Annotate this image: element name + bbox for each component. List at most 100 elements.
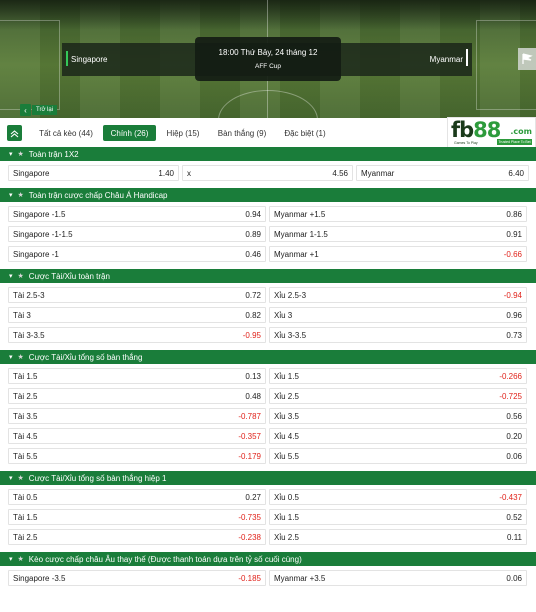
tab-all[interactable]: Tất cả kèo (44) [35,125,97,141]
odds-cell[interactable]: Tài 1.5 -0.735 [8,509,266,525]
odds-row: Tài 3.5 -0.787 Xỉu 3.5 0.56 [8,408,529,424]
market-section-title: Toàn trận cược chấp Châu Á Handicap [28,190,168,200]
selection-label: Tài 1.5 [13,512,38,522]
flag-icon [522,53,533,64]
odds-value: -0.185 [238,573,261,583]
selection-label: Xỉu 4.5 [274,431,299,441]
odds-cell[interactable]: Tài 2.5-3 0.72 [8,287,266,303]
chevron-down-icon[interactable]: ▾ [9,272,13,280]
odds-cell[interactable]: Xỉu 3.5 0.56 [269,408,527,424]
tab-main[interactable]: Chính (26) [103,125,156,141]
selection-label: Singapore -1-1.5 [13,229,73,239]
odds-value: 0.48 [245,391,261,401]
odds-row: Tài 5.5 -0.179 Xỉu 5.5 0.06 [8,448,529,464]
market-section: ▾ ★ Cược Tài/Xỉu toàn trận Tài 2.5-3 0.72 Xỉu… [0,269,536,350]
market-section-header[interactable]: ▾ ★ Toàn trận cược chấp Châu Á Handicap [0,188,536,202]
chevron-left-icon: ‹ [20,104,31,116]
away-team-name: Myanmar [429,55,463,64]
odds-value: -0.266 [499,371,522,381]
selection-label: Tài 1.5 [13,371,38,381]
star-icon[interactable]: ★ [18,191,24,199]
odds-row: Tài 0.5 0.27 Xỉu 0.5 -0.437 [8,489,529,505]
odds-cell[interactable]: Tài 3-3.5 -0.95 [8,327,266,343]
odds-cell[interactable]: Singapore -3.5 -0.185 [8,570,266,586]
market-section-header[interactable]: ▾ ★ Cược Tài/Xỉu toàn trận [0,269,536,283]
odds-cell[interactable]: Xỉu 3 0.96 [269,307,527,323]
market-section-header[interactable]: ▾ ★ Kèo cược chấp châu Âu thay thế (Được t… [0,552,536,566]
odds-value: 1.40 [158,168,174,178]
odds-cell[interactable]: Singapore -1-1.5 0.89 [8,226,266,242]
chevron-down-icon[interactable]: ▾ [9,555,13,563]
odds-cell[interactable]: Tài 0.5 0.27 [8,489,266,505]
selection-label: Tài 3-3.5 [13,330,45,340]
tab-half[interactable]: Hiệp (15) [163,125,203,141]
selection-label: Tài 0.5 [13,492,38,502]
odds-value: 0.20 [506,431,522,441]
market-section-header[interactable]: ▾ ★ Toàn trận 1X2 [0,147,536,161]
odds-value: 0.72 [245,290,261,300]
selection-label: Tài 4.5 [13,431,38,441]
odds-cell[interactable]: Myanmar 1-1.5 0.91 [269,226,527,242]
flag-button[interactable] [518,48,536,70]
odds-value: -0.179 [238,451,261,461]
fb88-logo: fb88 .com Games To Play Trusted Place To… [447,117,536,148]
market-section-title: Toàn trận 1X2 [28,149,79,159]
odds-value: 0.06 [506,573,522,583]
odds-cell[interactable]: Tài 2.5 0.48 [8,388,266,404]
odds-cell[interactable]: Myanmar +1 -0.66 [269,246,527,262]
odds-cell[interactable]: Myanmar +3.5 0.06 [269,570,527,586]
odds-cell[interactable]: Tài 3.5 -0.787 [8,408,266,424]
odds-value: 0.52 [506,512,522,522]
odds-value: 0.91 [506,229,522,239]
odds-value: 0.46 [245,249,261,259]
selection-label: Singapore -1.5 [13,209,66,219]
chevron-down-icon[interactable]: ▾ [9,353,13,361]
selection-label: Xỉu 0.5 [274,492,299,502]
odds-cell[interactable]: Tài 5.5 -0.179 [8,448,266,464]
chevron-down-icon[interactable]: ▾ [9,474,13,482]
selection-label: Xỉu 2.5 [274,391,299,401]
star-icon[interactable]: ★ [18,272,24,280]
odds-value: -0.437 [499,492,522,502]
back-button[interactable]: ‹ Trở lại [20,103,58,117]
odds-cell[interactable]: Myanmar +1.5 0.86 [269,206,527,222]
tab-goals[interactable]: Bàn thắng (9) [214,125,270,141]
odds-cell[interactable]: Xỉu 2.5 0.11 [269,529,527,545]
odds-cell[interactable]: Singapore -1.5 0.94 [8,206,266,222]
odds-value: 0.06 [506,451,522,461]
odds-row: Tài 2.5-3 0.72 Xỉu 2.5-3 -0.94 [8,287,529,303]
odds-cell[interactable]: Xỉu 0.5 -0.437 [269,489,527,505]
market-section-header[interactable]: ▾ ★ Cược Tài/Xỉu tổng số bàn thắng [0,350,536,364]
tab-special[interactable]: Đặc biệt (1) [281,125,329,141]
away-team-marker [466,49,468,66]
star-icon[interactable]: ★ [18,474,24,482]
chevron-down-icon[interactable]: ▾ [9,150,13,158]
odds-cell[interactable]: Tài 3 0.82 [8,307,266,323]
market-section-header[interactable]: ▾ ★ Cược Tài/Xỉu tổng số bàn thắng hiệp 1 [0,471,536,485]
odds-cell[interactable]: Myanmar 6.40 [356,165,529,181]
odds-row: Singapore 1.40 x 4.56 Myanmar 6.40 [8,165,529,181]
odds-cell[interactable]: Singapore -1 0.46 [8,246,266,262]
odds-cell[interactable]: Xỉu 1.5 -0.266 [269,368,527,384]
odds-cell[interactable]: x 4.56 [182,165,353,181]
home-team-marker [66,51,68,66]
odds-cell[interactable]: Tài 2.5 -0.238 [8,529,266,545]
odds-cell[interactable]: Xỉu 4.5 0.20 [269,428,527,444]
odds-cell[interactable]: Tài 4.5 -0.357 [8,428,266,444]
odds-cell[interactable]: Singapore 1.40 [8,165,179,181]
odds-cell[interactable]: Xỉu 3-3.5 0.73 [269,327,527,343]
collapse-all-button[interactable] [7,125,22,141]
chevron-down-icon[interactable]: ▾ [9,191,13,199]
odds-cell[interactable]: Xỉu 2.5 -0.725 [269,388,527,404]
star-icon[interactable]: ★ [18,353,24,361]
star-icon[interactable]: ★ [18,555,24,563]
selection-label: Xỉu 3 [274,310,293,320]
odds-cell[interactable]: Xỉu 1.5 0.52 [269,509,527,525]
star-icon[interactable]: ★ [18,150,24,158]
odds-cell[interactable]: Xỉu 2.5-3 -0.94 [269,287,527,303]
selection-label: Myanmar 1-1.5 [274,229,328,239]
selection-label: Myanmar +1 [274,249,319,259]
odds-cell[interactable]: Xỉu 5.5 0.06 [269,448,527,464]
odds-cell[interactable]: Tài 1.5 0.13 [8,368,266,384]
odds-value: -0.725 [499,391,522,401]
